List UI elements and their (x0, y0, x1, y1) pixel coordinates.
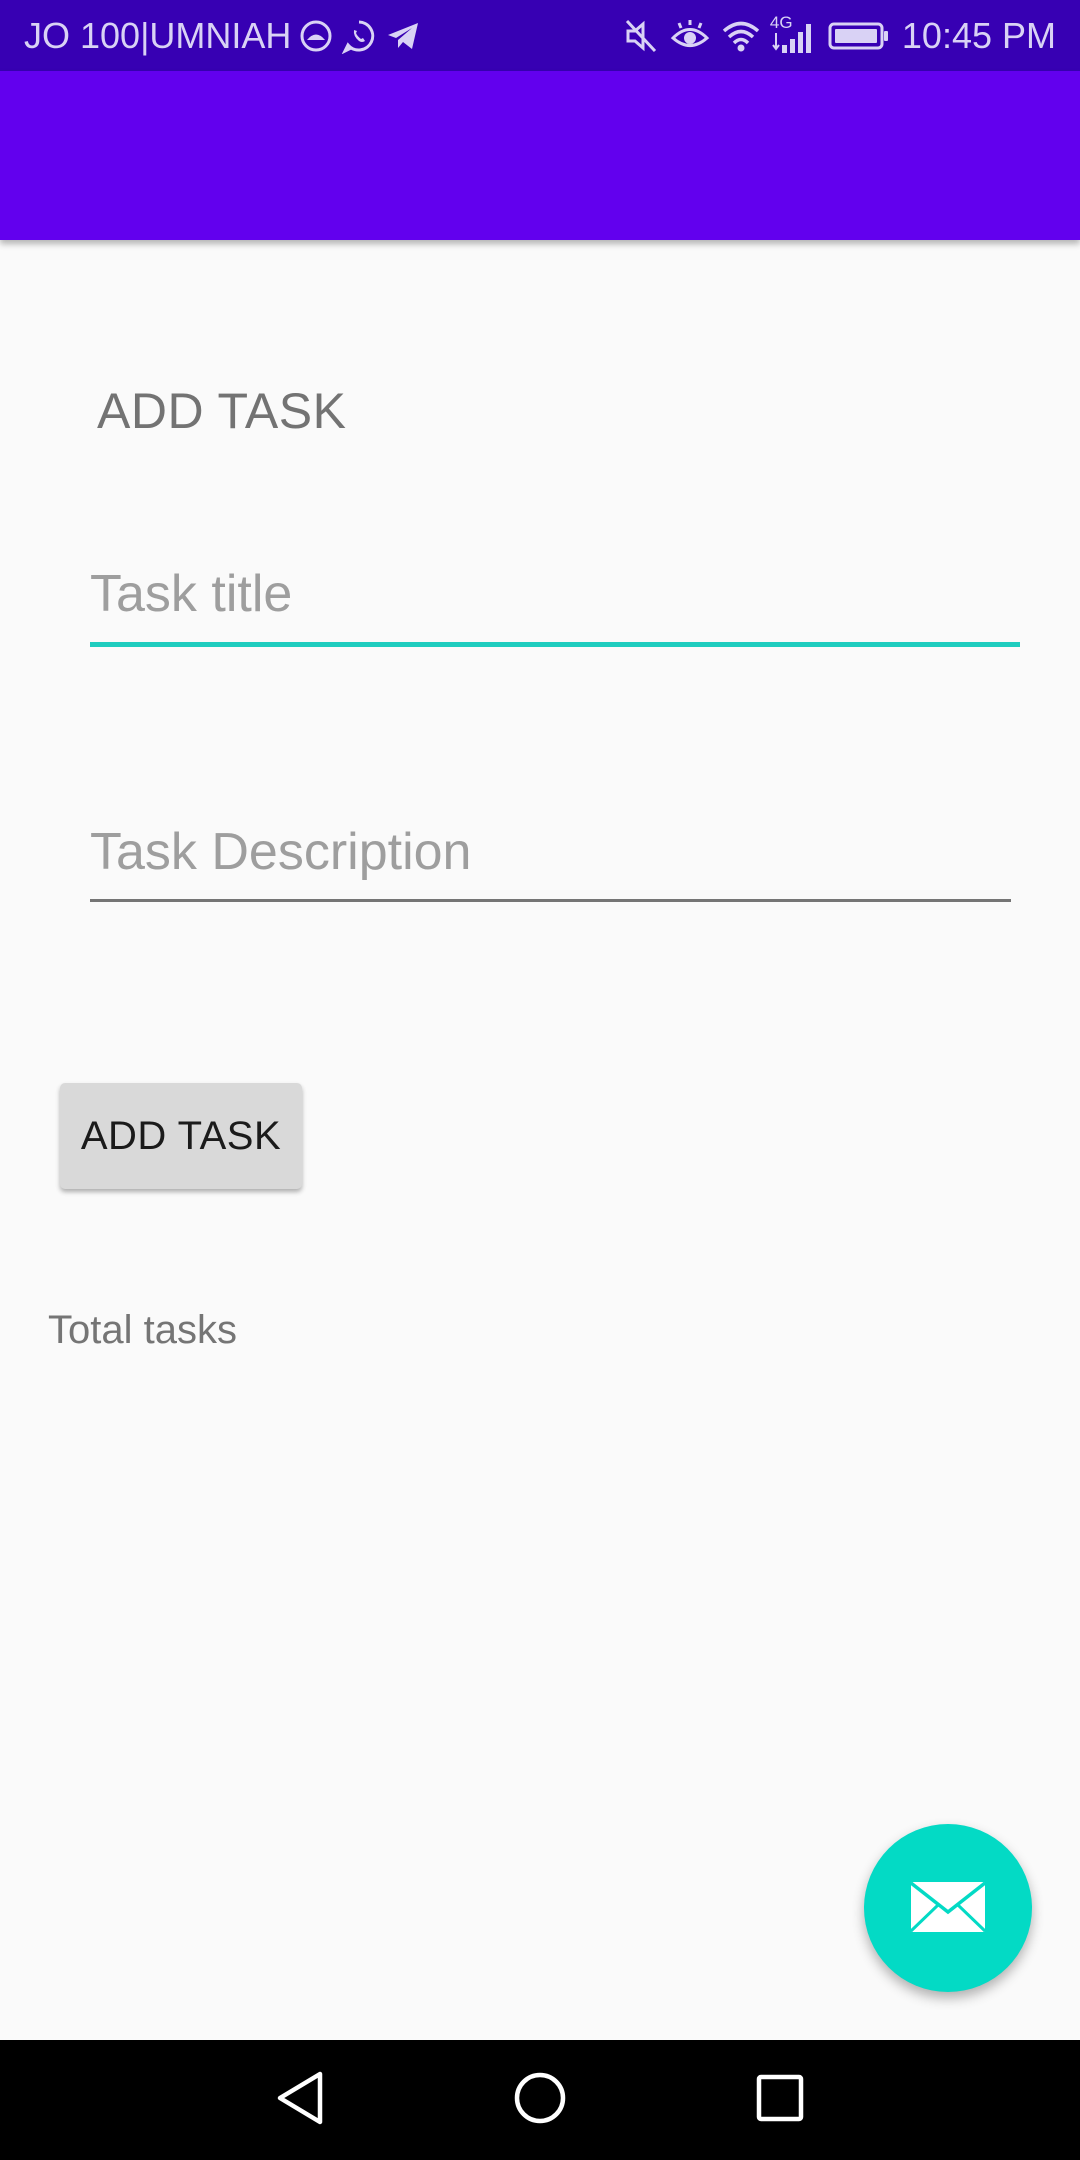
carrier-label: JO 100|UMNIAH (24, 14, 292, 56)
nav-home-button[interactable] (480, 2040, 600, 2160)
signal-icon: 4G (770, 13, 816, 53)
back-icon (274, 2070, 326, 2131)
recents-icon (755, 2073, 805, 2128)
nav-recents-button[interactable] (720, 2040, 840, 2160)
email-fab-button[interactable] (864, 1824, 1032, 1992)
battery-icon (828, 21, 890, 51)
navigation-bar (0, 2040, 1080, 2160)
telegram-icon (385, 19, 421, 53)
total-tasks-label: Total tasks (48, 1308, 237, 1352)
whatsapp-icon (341, 18, 377, 54)
app-bar (0, 71, 1080, 240)
wifi-icon (722, 20, 760, 52)
task-description-input[interactable] (90, 815, 1011, 902)
network-type-label: 4G (769, 12, 793, 32)
task-title-input[interactable] (90, 556, 1020, 647)
clock: 10:45 PM (901, 14, 1056, 56)
status-bar-right: 4G 10:45 PM (624, 0, 1056, 71)
email-icon (909, 1880, 987, 1937)
umniah-icon (299, 19, 333, 53)
mute-icon (624, 18, 658, 54)
page-title: ADD TASK (97, 383, 347, 439)
nav-back-button[interactable] (240, 2040, 360, 2160)
status-bar-left: JO 100|UMNIAH (24, 0, 421, 71)
status-bar: JO 100|UMNIAH 4G 10:45 PM (0, 0, 1080, 71)
home-icon (512, 2070, 568, 2131)
add-task-button[interactable]: ADD TASK (60, 1083, 302, 1189)
eye-comfort-icon (670, 19, 710, 53)
